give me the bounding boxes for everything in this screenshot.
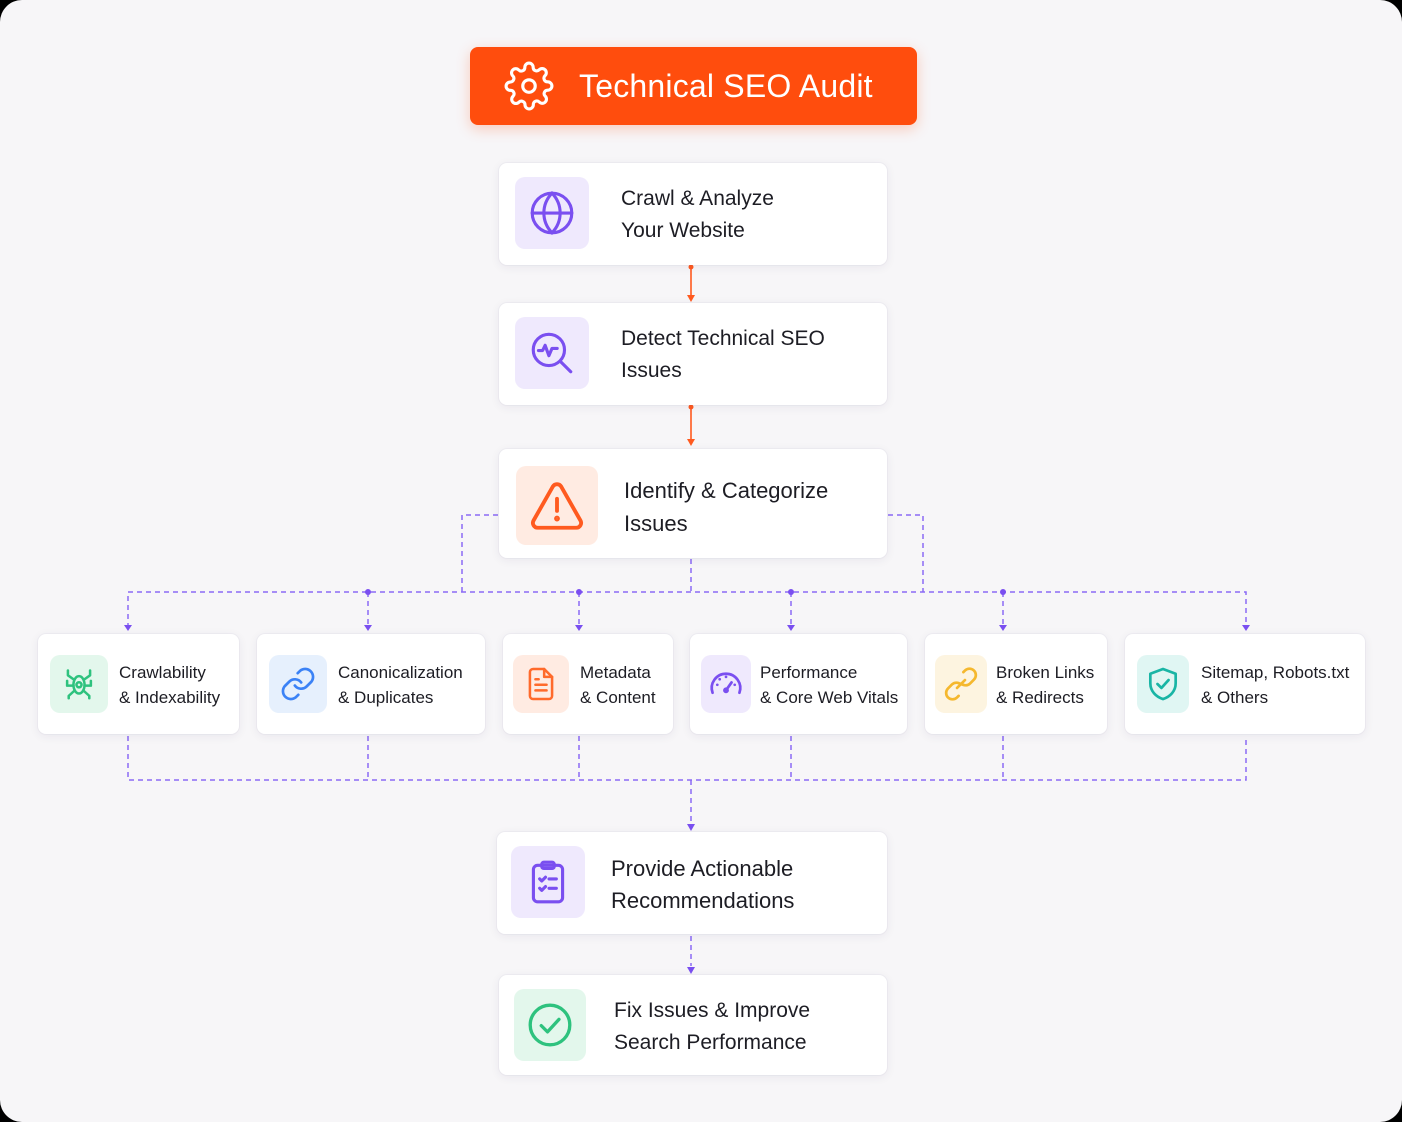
step-label: Detect Technical SEO Issues	[621, 327, 825, 382]
gear-icon	[504, 61, 554, 111]
broken-link-icon-tile	[935, 655, 987, 713]
category-metadata: Metadata & Content	[503, 634, 673, 734]
check-circle-icon-tile	[514, 989, 586, 1061]
warning-icon	[531, 481, 583, 530]
step-identify-categorize: Identify & Categorize Issues	[499, 449, 887, 558]
document-icon	[528, 667, 554, 701]
category-label: Canonicalization & Duplicates	[338, 663, 463, 707]
category-sitemap-robots: Sitemap, Robots.txt & Others	[1125, 634, 1365, 734]
page-title: Technical SEO Audit	[579, 68, 873, 104]
category-label: Performance & Core Web Vitals	[760, 663, 899, 707]
step-label: Fix Issues & Improve Search Performance	[614, 999, 811, 1054]
gauge-icon-tile	[701, 655, 751, 713]
step-label: Identify & Categorize Issues	[624, 478, 829, 536]
category-label: Broken Links & Redirects	[996, 663, 1095, 707]
category-crawlability: Crawlability & Indexability	[38, 634, 239, 734]
globe-icon-tile	[515, 177, 589, 249]
title-banner: Technical SEO Audit	[470, 47, 917, 125]
step-label: Provide Actionable Recommendations	[611, 856, 795, 913]
check-circle-icon	[528, 1003, 572, 1047]
category-label: Metadata & Content	[580, 663, 656, 707]
bug-icon	[65, 669, 93, 700]
link-icon	[281, 667, 315, 701]
magnify-pulse-icon	[531, 332, 573, 374]
category-label: Sitemap, Robots.txt & Others	[1201, 663, 1350, 707]
clipboard-icon	[531, 860, 565, 904]
magnify-pulse-icon-tile	[515, 317, 589, 389]
category-broken-links: Broken Links & Redirects	[925, 634, 1107, 734]
category-canonicalization: Canonicalization & Duplicates	[257, 634, 485, 734]
bug-icon-tile	[50, 655, 108, 713]
step-crawl-analyze: Crawl & Analyze Your Website	[499, 163, 887, 265]
shield-check-icon-tile	[1137, 655, 1189, 713]
step-detect-issues: Detect Technical SEO Issues	[499, 303, 887, 405]
step-label: Crawl & Analyze Your Website	[621, 187, 774, 242]
link-icon-tile	[269, 655, 327, 713]
orange-connector-1	[687, 264, 695, 302]
diagram-canvas: Technical SEO Audit Crawl & Analyze Your …	[0, 0, 1402, 1122]
globe-icon	[530, 190, 574, 236]
warning-icon-tile	[516, 466, 598, 545]
step-provide-recommendations: Provide Actionable Recommendations	[497, 832, 887, 934]
category-performance: Performance & Core Web Vitals	[690, 634, 907, 734]
orange-connector-2	[687, 404, 695, 446]
shield-check-icon	[1148, 667, 1178, 701]
broken-link-icon	[944, 667, 978, 701]
step-fix-issues: Fix Issues & Improve Search Performance	[499, 975, 887, 1075]
clipboard-icon-tile	[511, 846, 585, 918]
category-label: Crawlability & Indexability	[119, 663, 221, 707]
document-icon-tile	[513, 655, 569, 713]
gauge-icon	[710, 672, 742, 695]
